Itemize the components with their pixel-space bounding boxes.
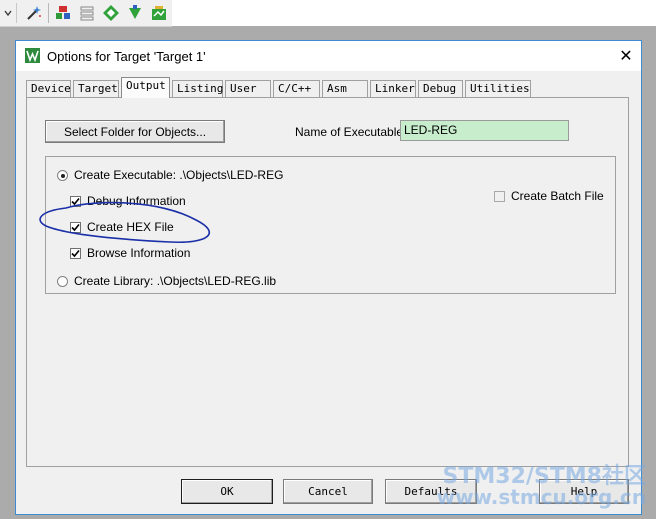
checkmark-icon bbox=[70, 247, 81, 259]
create-hex-file-label: Create HEX File bbox=[87, 220, 174, 234]
name-of-executable-input[interactable]: LED-REG bbox=[400, 120, 569, 141]
select-folder-button[interactable]: Select Folder for Objects... bbox=[45, 120, 225, 143]
cancel-button[interactable]: Cancel bbox=[283, 479, 373, 504]
tab-linker[interactable]: Linker bbox=[370, 80, 416, 97]
tab-debug[interactable]: Debug bbox=[418, 80, 463, 97]
select-packs-icon[interactable] bbox=[101, 3, 121, 23]
checkmark-icon bbox=[70, 195, 81, 207]
tab-asm[interactable]: Asm bbox=[322, 80, 368, 97]
create-batch-file-checkbox[interactable]: Create Batch File bbox=[494, 189, 604, 203]
close-button[interactable]: ✕ bbox=[611, 41, 641, 71]
browse-information-label: Browse Information bbox=[87, 246, 191, 260]
create-hex-file-checkbox[interactable]: Create HEX File bbox=[70, 220, 174, 234]
radio-unselected-icon bbox=[57, 275, 68, 287]
tab-device[interactable]: Device bbox=[26, 80, 71, 97]
options-dialog: Options for Target 'Target 1' ✕ Device T… bbox=[15, 40, 642, 515]
radio-selected-icon bbox=[57, 169, 68, 181]
checkmark-icon bbox=[70, 221, 81, 233]
batch-setup-icon[interactable] bbox=[149, 3, 169, 23]
create-batch-file-label: Create Batch File bbox=[511, 189, 604, 203]
dropdown-arrow-icon[interactable] bbox=[0, 3, 17, 23]
output-tab-panel: Select Folder for Objects... Name of Exe… bbox=[26, 97, 629, 467]
create-executable-radio[interactable]: Create Executable: .\Objects\LED-REG bbox=[57, 168, 283, 182]
manage-project-icon[interactable] bbox=[77, 3, 97, 23]
debug-information-label: Debug Information bbox=[87, 194, 186, 208]
tab-utilities[interactable]: Utilities bbox=[465, 80, 531, 97]
keil-app-icon bbox=[25, 48, 40, 63]
toolbar bbox=[0, 0, 172, 27]
pack-installer-icon[interactable] bbox=[125, 3, 145, 23]
tab-c-cpp[interactable]: C/C++ bbox=[273, 80, 320, 97]
create-library-radio[interactable]: Create Library: .\Objects\LED-REG.lib bbox=[57, 274, 276, 288]
ok-button[interactable]: OK bbox=[181, 479, 273, 504]
browse-information-checkbox[interactable]: Browse Information bbox=[70, 246, 190, 260]
toolbar-empty-area bbox=[172, 0, 656, 26]
name-of-executable-label: Name of Executable: bbox=[295, 125, 407, 139]
tab-output[interactable]: Output bbox=[121, 77, 170, 98]
target-options-icon[interactable] bbox=[53, 3, 73, 23]
magic-wand-icon[interactable] bbox=[24, 3, 44, 23]
create-executable-label: Create Executable: .\Objects\LED-REG bbox=[74, 168, 284, 182]
tab-listing[interactable]: Listing bbox=[172, 80, 223, 97]
debug-information-checkbox[interactable]: Debug Information bbox=[70, 194, 186, 208]
checkbox-empty-icon bbox=[494, 190, 505, 202]
tab-target[interactable]: Target bbox=[73, 80, 119, 97]
dialog-titlebar[interactable]: Options for Target 'Target 1' ✕ bbox=[16, 41, 641, 71]
tab-user[interactable]: User bbox=[225, 80, 271, 97]
create-library-label: Create Library: .\Objects\LED-REG.lib bbox=[74, 274, 277, 288]
close-icon: ✕ bbox=[619, 48, 633, 65]
watermark-url: www.stmcu.org.cn bbox=[436, 485, 646, 509]
dialog-title: Options for Target 'Target 1' bbox=[47, 49, 206, 64]
toolbar-separator bbox=[48, 3, 49, 23]
output-options-group: Create Executable: .\Objects\LED-REG Deb… bbox=[45, 156, 616, 294]
